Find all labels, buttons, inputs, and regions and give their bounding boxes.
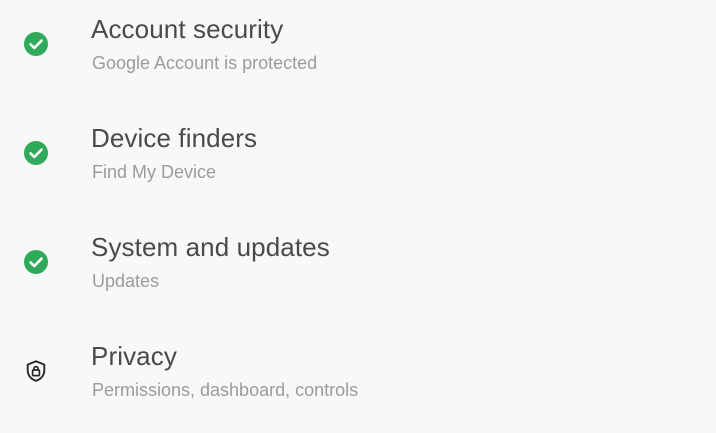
item-title: Device finders — [91, 123, 258, 153]
item-title: Privacy — [91, 341, 177, 371]
check-circle-icon — [24, 250, 48, 274]
list-item-account-security[interactable]: Account security Google Account is prote… — [0, 0, 716, 95]
item-subtitle: Permissions, dashboard, controls — [92, 380, 359, 400]
item-subtitle: Google Account is protected — [92, 53, 318, 73]
list-item-device-finders[interactable]: Device finders Find My Device — [0, 104, 716, 204]
item-subtitle: Find My Device — [92, 162, 217, 182]
check-circle-icon — [24, 141, 48, 165]
shield-lock-icon — [24, 359, 48, 383]
check-circle-icon — [24, 32, 48, 56]
item-title: Account security — [91, 14, 284, 44]
item-subtitle: Updates — [92, 271, 160, 291]
list-item-system-and-updates[interactable]: System and updates Updates — [0, 213, 716, 313]
item-title: System and updates — [91, 232, 330, 262]
list-item-privacy[interactable]: Privacy Permissions, dashboard, controls — [0, 322, 716, 422]
security-settings-list: Account security Google Account is prote… — [0, 0, 716, 433]
